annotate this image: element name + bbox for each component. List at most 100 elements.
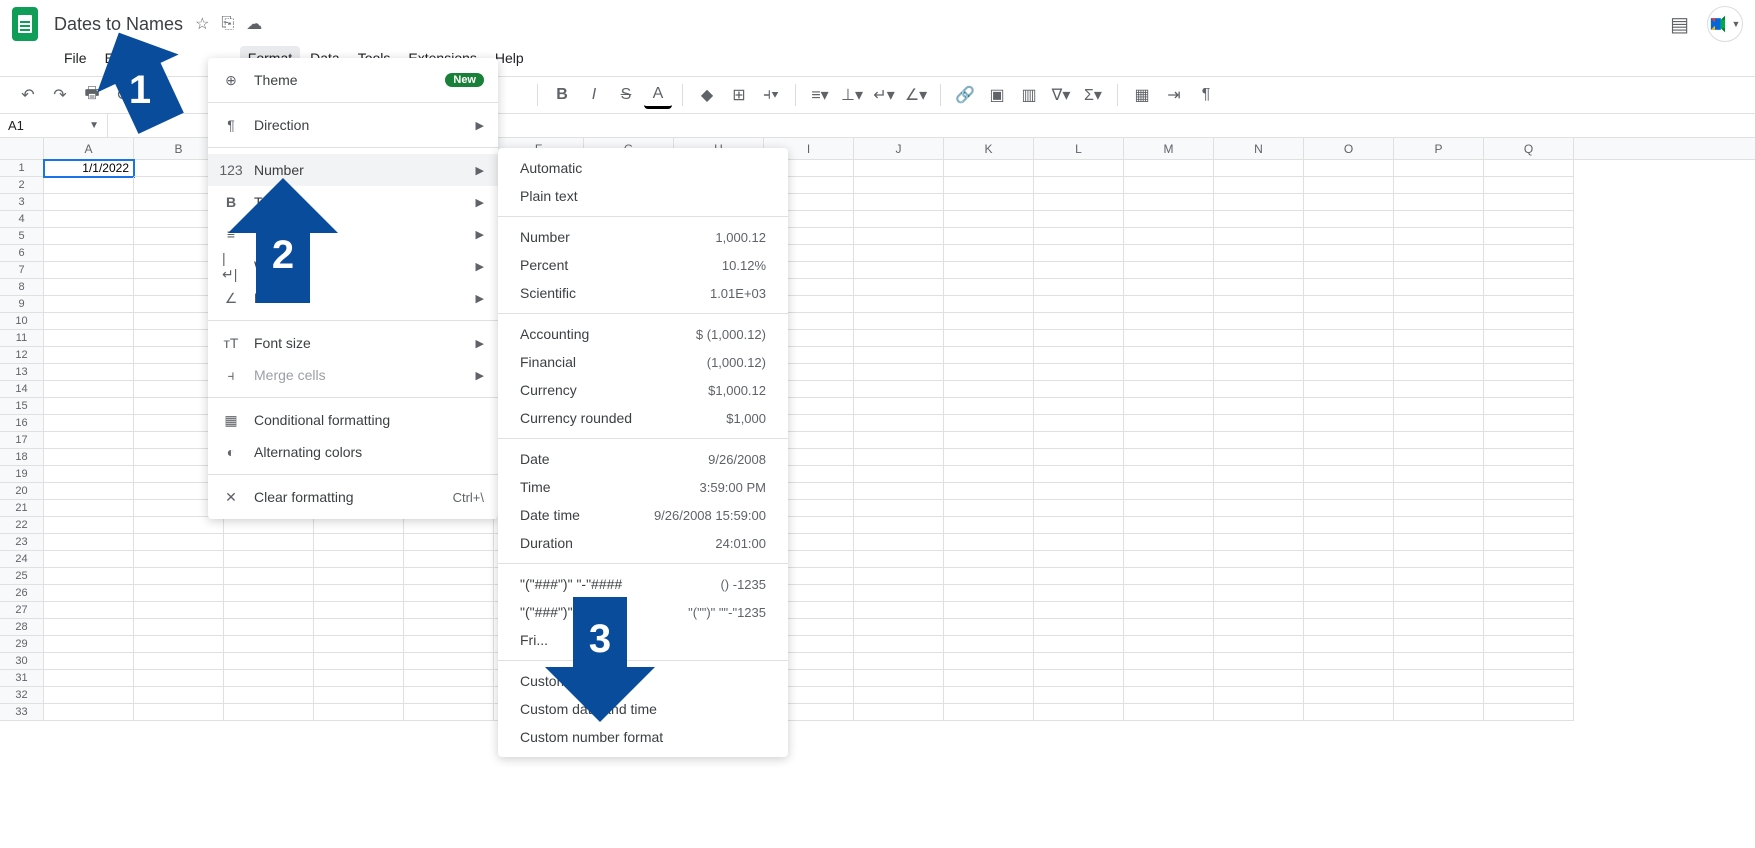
cell[interactable]: [944, 466, 1034, 483]
cell[interactable]: [224, 704, 314, 721]
cell[interactable]: [1484, 330, 1574, 347]
cell[interactable]: [854, 194, 944, 211]
number-custom-format[interactable]: Custom number format: [498, 723, 788, 751]
cell[interactable]: [1394, 364, 1484, 381]
cell[interactable]: [1214, 687, 1304, 704]
cell[interactable]: [1214, 602, 1304, 619]
cell[interactable]: [1394, 619, 1484, 636]
cell[interactable]: [1484, 279, 1574, 296]
cell[interactable]: [1214, 398, 1304, 415]
cell[interactable]: [944, 245, 1034, 262]
cell[interactable]: [1304, 262, 1394, 279]
fill-color-icon[interactable]: ◆: [693, 81, 721, 109]
cell[interactable]: [1304, 398, 1394, 415]
cell[interactable]: [1124, 551, 1214, 568]
row-header-4[interactable]: 4: [0, 211, 44, 228]
cell[interactable]: [314, 602, 404, 619]
cell[interactable]: [854, 211, 944, 228]
cell[interactable]: [1304, 568, 1394, 585]
cell[interactable]: [134, 534, 224, 551]
cell[interactable]: [1034, 432, 1124, 449]
cell[interactable]: [1394, 194, 1484, 211]
cell[interactable]: [1394, 381, 1484, 398]
cell[interactable]: [1034, 534, 1124, 551]
cell[interactable]: [1394, 415, 1484, 432]
cell[interactable]: [854, 517, 944, 534]
cell[interactable]: [134, 704, 224, 721]
cell[interactable]: [1394, 568, 1484, 585]
cell[interactable]: [134, 551, 224, 568]
cell[interactable]: [944, 585, 1034, 602]
cell[interactable]: [314, 568, 404, 585]
cell[interactable]: [944, 687, 1034, 704]
cell[interactable]: [1034, 330, 1124, 347]
row-header-23[interactable]: 23: [0, 534, 44, 551]
cell[interactable]: [1394, 449, 1484, 466]
cell[interactable]: [1484, 602, 1574, 619]
row-header-13[interactable]: 13: [0, 364, 44, 381]
cell[interactable]: [44, 330, 134, 347]
cell[interactable]: [1214, 619, 1304, 636]
cell[interactable]: [44, 551, 134, 568]
cell[interactable]: [1304, 228, 1394, 245]
cell[interactable]: [134, 636, 224, 653]
row-header-20[interactable]: 20: [0, 483, 44, 500]
cell[interactable]: [944, 415, 1034, 432]
format-direction[interactable]: ¶ Direction ▶: [208, 109, 498, 141]
cell[interactable]: [44, 534, 134, 551]
cell[interactable]: [854, 364, 944, 381]
cell[interactable]: [404, 636, 494, 653]
tool1-icon[interactable]: ▦: [1128, 81, 1156, 109]
cell[interactable]: [1484, 449, 1574, 466]
cell[interactable]: [854, 534, 944, 551]
cell[interactable]: [1034, 296, 1124, 313]
cell[interactable]: [1304, 551, 1394, 568]
move-icon[interactable]: ⎘: [221, 15, 234, 33]
number-automatic[interactable]: Automatic: [498, 154, 788, 182]
cell[interactable]: [1394, 313, 1484, 330]
number-time[interactable]: Time3:59:00 PM: [498, 473, 788, 501]
cell[interactable]: [854, 313, 944, 330]
cell[interactable]: [944, 449, 1034, 466]
cell[interactable]: [1034, 364, 1124, 381]
row-header-7[interactable]: 7: [0, 262, 44, 279]
cell[interactable]: [1304, 483, 1394, 500]
cell[interactable]: [1484, 415, 1574, 432]
cell[interactable]: [44, 568, 134, 585]
cell[interactable]: [224, 585, 314, 602]
cell[interactable]: [854, 636, 944, 653]
cell[interactable]: [1034, 245, 1124, 262]
cell[interactable]: [1484, 160, 1574, 177]
cell[interactable]: [404, 687, 494, 704]
col-header-J[interactable]: J: [854, 138, 944, 159]
cell[interactable]: [224, 653, 314, 670]
cell[interactable]: [944, 619, 1034, 636]
cell[interactable]: [1394, 670, 1484, 687]
menu-file[interactable]: File: [56, 46, 95, 70]
cell[interactable]: [944, 228, 1034, 245]
cell[interactable]: [854, 670, 944, 687]
cell[interactable]: [1124, 245, 1214, 262]
cell[interactable]: [1034, 398, 1124, 415]
cell[interactable]: [1124, 228, 1214, 245]
row-header-8[interactable]: 8: [0, 279, 44, 296]
cell[interactable]: [944, 483, 1034, 500]
merge-icon[interactable]: ⫞▾: [757, 81, 785, 109]
format-fontsize[interactable]: тT Font size ▶: [208, 327, 498, 359]
row-header-6[interactable]: 6: [0, 245, 44, 262]
number-currency-rounded[interactable]: Currency rounded$1,000: [498, 404, 788, 432]
cell[interactable]: [44, 347, 134, 364]
cell[interactable]: [1034, 585, 1124, 602]
cell[interactable]: [854, 262, 944, 279]
cell[interactable]: [224, 517, 314, 534]
cell[interactable]: [1214, 279, 1304, 296]
cell[interactable]: [1394, 602, 1484, 619]
cell[interactable]: [1124, 483, 1214, 500]
cell[interactable]: [44, 398, 134, 415]
cell[interactable]: [1214, 160, 1304, 177]
cell[interactable]: [944, 704, 1034, 721]
col-header-Q[interactable]: Q: [1484, 138, 1574, 159]
number-percent[interactable]: Percent10.12%: [498, 251, 788, 279]
cell[interactable]: [404, 670, 494, 687]
number-scientific[interactable]: Scientific1.01E+03: [498, 279, 788, 307]
